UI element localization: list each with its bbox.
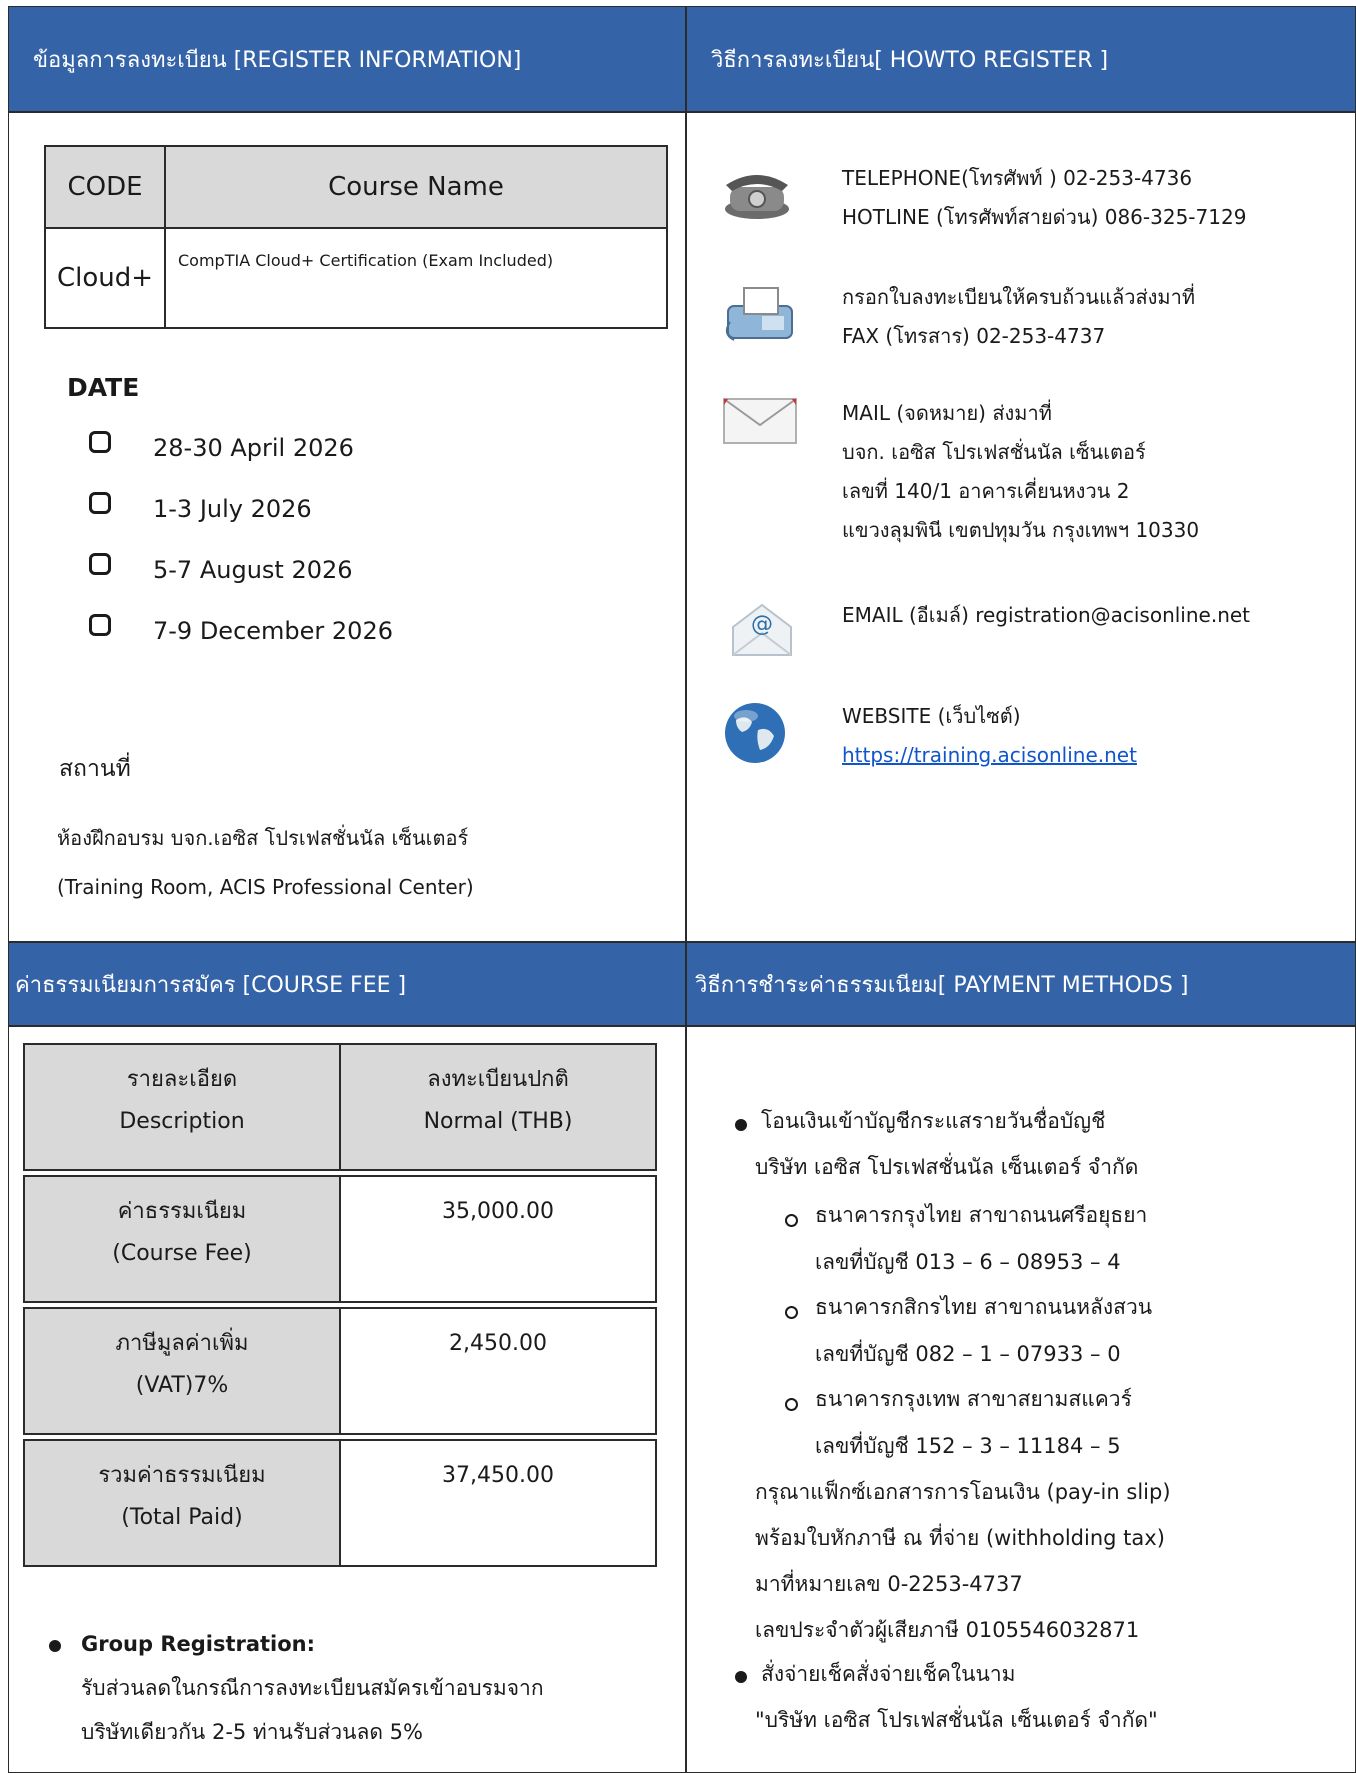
sub-bullet [785,1306,798,1319]
group-registration-line: รับส่วนลดในกรณีการลงทะเบียนสมัครเข้าอบรม… [81,1676,544,1700]
registration-form: ข้อมูลการลงทะเบียน [REGISTER INFORMATION… [8,6,1356,1773]
course-name-header: Course Name [164,145,668,229]
bank-account: เลขที่บัญชี 013 – 6 – 08953 – 4 [815,1250,1121,1274]
howto-register-header: วิธีการลงทะเบียน[ HOWTO REGISTER ] [687,7,1355,111]
website-label: WEBSITE (เว็บไซต์) [842,704,1021,728]
bullet-dot [735,1119,747,1131]
total-paid-label: รวมค่าธรรมเนียม (Total Paid) [23,1439,341,1567]
row-divider [9,111,1355,113]
vat-en: (VAT)7% [135,1373,229,1398]
email-icon: @ [732,603,792,656]
hotline-line: HOTLINE (โทรศัพท์สายด่วน) 086-325-7129 [842,205,1247,229]
sub-bullet [785,1214,798,1227]
group-registration-title: Group Registration: [81,1632,316,1656]
payment-note: มาที่หมายเลข 0-2253-4737 [755,1572,1023,1596]
column-divider [685,7,687,1772]
fee-normal-th: ลงทะเบียนปกติ [427,1067,569,1092]
course-fee-label: ค่าธรรมเนียม (Course Fee) [23,1175,341,1303]
cheque-title: สั่งจ่ายเช็คสั่งจ่ายเช็คในนาม [761,1662,1016,1686]
payment-note: กรุณาแฟ็กซ์เอกสารการโอนเงิน (pay-in slip… [755,1480,1171,1504]
course-fee-title: ค่าธรรมเนียมการสมัคร [COURSE FEE ] [15,972,407,998]
date-option: 5-7 August 2026 [153,556,353,584]
svg-text:@: @ [751,612,773,637]
date-option: 7-9 December 2026 [153,617,393,645]
fax-instruction: กรอกใบลงทะเบียนให้ครบถ้วนแล้วส่งมาที่ [842,285,1196,309]
mail-line: แขวงลุมพินี เขตปทุมวัน กรุงเทพฯ 10330 [842,518,1200,542]
course-fee-en: (Course Fee) [112,1241,252,1266]
course-fee-amount: 35,000.00 [442,1199,554,1224]
date-label: DATE [67,373,140,402]
fee-header-th: รายละเอียด [126,1067,238,1092]
vat-amount: 2,450.00 [449,1331,547,1356]
email-line: EMAIL (อีเมล์) registration@acisonline.n… [842,603,1251,627]
howto-register-title: วิธีการลงทะเบียน[ HOWTO REGISTER ] [711,47,1109,73]
total-paid-amount: 37,450.00 [442,1463,554,1488]
website-link[interactable]: https://training.acisonline.net [842,736,1137,775]
bank-name: ธนาคารกรุงเทพ สาขาสยามสแควร์ [815,1387,1132,1411]
fee-header-en: Description [119,1109,245,1134]
register-info-title: ข้อมูลการลงทะเบียน [REGISTER INFORMATION… [33,47,522,73]
date-checkbox[interactable] [89,614,111,636]
row-divider [9,1025,1355,1027]
course-code: Cloud+ [44,227,166,329]
payment-methods-header: วิธีการชำระค่าธรรมเนียม[ PAYMENT METHODS… [687,943,1355,1025]
bank-name: ธนาคารกสิกรไทย สาขาถนนหลังสวน [815,1295,1153,1319]
vat-value: 2,450.00 [339,1307,657,1435]
mail-line: บจก. เอซิส โปรเฟสชั่นนัล เซ็นเตอร์ [842,440,1146,464]
mail-icon [723,398,797,444]
date-checkbox[interactable] [89,553,111,575]
group-registration-line: บริษัทเดียวกัน 2-5 ท่านรับส่วนลด 5% [81,1720,423,1744]
venue-label: สถานที่ [59,756,131,782]
sub-bullet [785,1398,798,1411]
date-option: 1-3 July 2026 [153,495,312,523]
course-fee-value: 35,000.00 [339,1175,657,1303]
venue-thai: ห้องฝึกอบรม บจก.เอซิส โปรเฟสชั่นนัล เซ็น… [57,826,469,850]
fee-description-header: รายละเอียด Description [23,1043,341,1171]
course-fee-th: ค่าธรรมเนียม [117,1199,247,1224]
transfer-title: โอนเงินเข้าบัญชีกระแสรายวันชื่อบัญชี [761,1109,1106,1133]
total-paid-th: รวมค่าธรรมเนียม [98,1463,266,1488]
date-checkbox[interactable] [89,431,111,453]
fee-normal-en: Normal (THB) [423,1109,573,1134]
globe-icon [725,703,785,763]
mail-line: MAIL (จดหมาย) ส่งมาที่ [842,401,1052,425]
course-name: CompTIA Cloud+ Certification (Exam Inclu… [164,227,668,329]
vat-th: ภาษีมูลค่าเพิ่ม [115,1331,249,1356]
date-checkbox[interactable] [89,492,111,514]
course-table: CODE Course Name Cloud+ CompTIA Cloud+ C… [44,145,668,329]
telephone-icon [725,175,789,219]
telephone-line: TELEPHONE(โทรศัพท์ ) 02-253-4736 [842,166,1193,190]
bank-name: ธนาคารกรุงไทย สาขาถนนศรีอยุธยา [815,1203,1148,1227]
venue-english: (Training Room, ACIS Professional Center… [57,875,474,899]
row-divider [9,941,1355,943]
fax-icon [725,287,793,341]
payment-note: พร้อมใบหักภาษี ณ ที่จ่าย (withholding ta… [755,1526,1165,1550]
register-info-header: ข้อมูลการลงทะเบียน [REGISTER INFORMATION… [9,7,685,111]
tax-id: เลขประจำตัวผู้เสียภาษี 0105546032871 [755,1618,1140,1642]
bullet-dot [49,1640,61,1652]
cheque-payee: "บริษัท เอซิส โปรเฟสชั่นนัล เซ็นเตอร์ จำ… [755,1708,1158,1732]
mail-line: เลขที่ 140/1 อาคารเคี่ยนหงวน 2 [842,479,1130,503]
fee-normal-header: ลงทะเบียนปกติ Normal (THB) [339,1043,657,1171]
total-paid-value: 37,450.00 [339,1439,657,1567]
fax-number: FAX (โทรสาร) 02-253-4737 [842,324,1106,348]
payment-methods-title: วิธีการชำระค่าธรรมเนียม[ PAYMENT METHODS… [695,972,1189,998]
vat-label: ภาษีมูลค่าเพิ่ม (VAT)7% [23,1307,341,1435]
date-option: 28-30 April 2026 [153,434,354,462]
account-name: บริษัท เอซิส โปรเฟสชั่นนัล เซ็นเตอร์ จำก… [755,1155,1139,1179]
course-code-header: CODE [44,145,166,229]
total-paid-en: (Total Paid) [121,1505,243,1530]
bank-account: เลขที่บัญชี 152 – 3 – 11184 – 5 [815,1434,1121,1458]
course-fee-header: ค่าธรรมเนียมการสมัคร [COURSE FEE ] [9,943,685,1025]
bank-account: เลขที่บัญชี 082 – 1 – 07933 – 0 [815,1342,1121,1366]
bullet-dot [735,1671,747,1683]
